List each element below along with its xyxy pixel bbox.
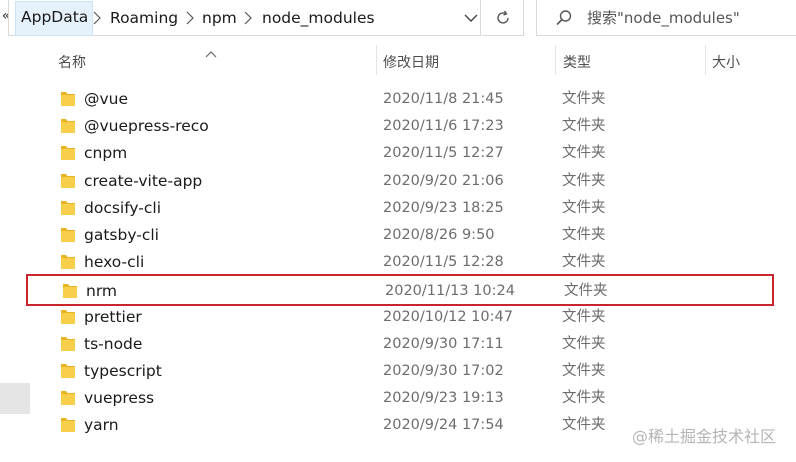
navigation-pane-edge [0,383,30,414]
folder-icon [60,389,76,407]
folder-icon [60,335,76,353]
column-header-date-modified[interactable]: 修改日期 [383,54,439,72]
file-type: 文件夹 [562,227,606,243]
file-row[interactable]: prettier 2020/10/12 10:47 文件夹 [56,304,774,331]
file-name: gatsby-cli [84,226,159,244]
file-date-modified: 2020/9/20 21:06 [383,172,504,189]
file-row[interactable]: typescript 2020/9/30 17:02 文件夹 [56,358,774,385]
breadcrumb-appdata[interactable]: AppData [15,1,94,36]
file-type: 文件夹 [564,283,608,300]
folder-icon [60,362,76,380]
file-type: 文件夹 [562,254,606,271]
file-type: 文件夹 [562,118,606,135]
breadcrumb-separator-icon[interactable] [243,9,253,27]
watermark: @稀土掘金技术社区 [632,427,777,446]
folder-icon [60,172,76,190]
file-row[interactable]: hexo-cli 2020/11/5 12:28 文件夹 [56,249,774,276]
file-type: 文件夹 [562,417,606,434]
folder-icon [60,90,76,108]
file-date-modified: 2020/11/5 12:27 [383,145,504,162]
file-date-modified: 2020/9/23 18:25 [383,199,504,216]
file-type: 文件夹 [562,390,606,407]
search-icon [555,9,573,27]
file-name: vuepress [84,389,155,408]
file-date-modified: 2020/9/23 19:13 [383,390,504,407]
file-row[interactable]: @vue 2020/11/8 21:45 文件夹 [56,86,774,113]
breadcrumb-roaming[interactable]: Roaming [110,9,178,27]
folder-icon [60,308,76,326]
refresh-button[interactable] [482,0,524,36]
file-date-modified: 2020/11/8 21:45 [383,91,504,107]
sort-ascending-icon [205,43,217,58]
file-date-modified: 2020/8/26 9:50 [383,227,495,243]
search-placeholder: 搜索"node_modules" [587,9,740,27]
column-divider[interactable] [555,45,556,75]
folder-icon [60,416,76,434]
file-type: 文件夹 [562,363,606,379]
file-type: 文件夹 [562,91,606,107]
file-row[interactable]: ts-node 2020/9/30 17:11 文件夹 [56,331,774,358]
file-row[interactable]: @vuepress-reco 2020/11/6 17:23 文件夹 [56,113,774,140]
folder-icon [60,117,76,135]
file-date-modified: 2020/9/30 17:11 [383,335,504,352]
file-type: 文件夹 [562,172,606,189]
address-toolbar: « AppData Roaming npm node_modules 搜索"no… [0,0,796,37]
file-name: @vuepress-reco [84,117,209,136]
folder-icon [62,282,78,300]
folder-icon [60,144,76,162]
folder-icon [60,199,76,217]
breadcrumb-npm[interactable]: npm [202,9,237,27]
column-divider[interactable] [376,45,377,75]
breadcrumb-separator-icon[interactable] [185,9,195,27]
file-row[interactable]: create-vite-app 2020/9/20 21:06 文件夹 [56,168,774,195]
column-header-size[interactable]: 大小 [712,54,740,72]
file-name: yarn [84,416,119,435]
file-name: typescript [84,362,162,380]
column-divider[interactable] [705,45,706,75]
file-type: 文件夹 [562,335,606,352]
file-row[interactable]: vuepress 2020/9/23 19:13 文件夹 [56,385,774,412]
file-name: docsify-cli [84,198,162,217]
file-date-modified: 2020/10/12 10:47 [383,308,513,325]
breadcrumb-node-modules[interactable]: node_modules [262,9,375,27]
file-date-modified: 2020/11/5 12:28 [383,254,504,271]
column-header-type[interactable]: 类型 [563,54,591,72]
file-row[interactable]: docsify-cli 2020/9/23 18:25 文件夹 [56,195,774,222]
file-date-modified: 2020/9/30 17:02 [383,363,504,379]
file-name: nrm [86,282,118,301]
refresh-icon [496,10,509,24]
file-name: cnpm [84,144,128,163]
chevron-down-icon[interactable] [461,10,481,26]
file-date-modified: 2020/11/6 17:23 [383,118,504,135]
folder-icon [60,226,76,244]
address-bar[interactable]: AppData Roaming npm node_modules [8,0,481,36]
column-headers: 名称 修改日期 类型 大小 [0,37,796,85]
file-row[interactable]: nrm 2020/11/13 10:24 文件夹 [26,274,774,307]
file-name: hexo-cli [84,253,145,272]
file-type: 文件夹 [562,199,606,216]
folder-icon [60,253,76,271]
breadcrumb-separator-icon[interactable] [92,9,102,27]
file-type: 文件夹 [562,308,606,325]
file-name: prettier [84,307,142,326]
file-row[interactable]: cnpm 2020/11/5 12:27 文件夹 [56,140,774,167]
file-type: 文件夹 [562,145,606,162]
column-header-name[interactable]: 名称 [58,54,86,72]
file-date-modified: 2020/11/13 10:24 [385,283,515,300]
search-input[interactable]: 搜索"node_modules" [536,0,796,36]
file-row[interactable]: gatsby-cli 2020/8/26 9:50 文件夹 [56,222,774,249]
file-name: ts-node [84,334,143,353]
file-date-modified: 2020/9/24 17:54 [383,417,504,434]
file-list: @vue 2020/11/8 21:45 文件夹 @vuepress-reco 2020… [0,85,796,440]
file-name: create-vite-app [84,171,203,190]
file-name: @vue [84,90,129,108]
